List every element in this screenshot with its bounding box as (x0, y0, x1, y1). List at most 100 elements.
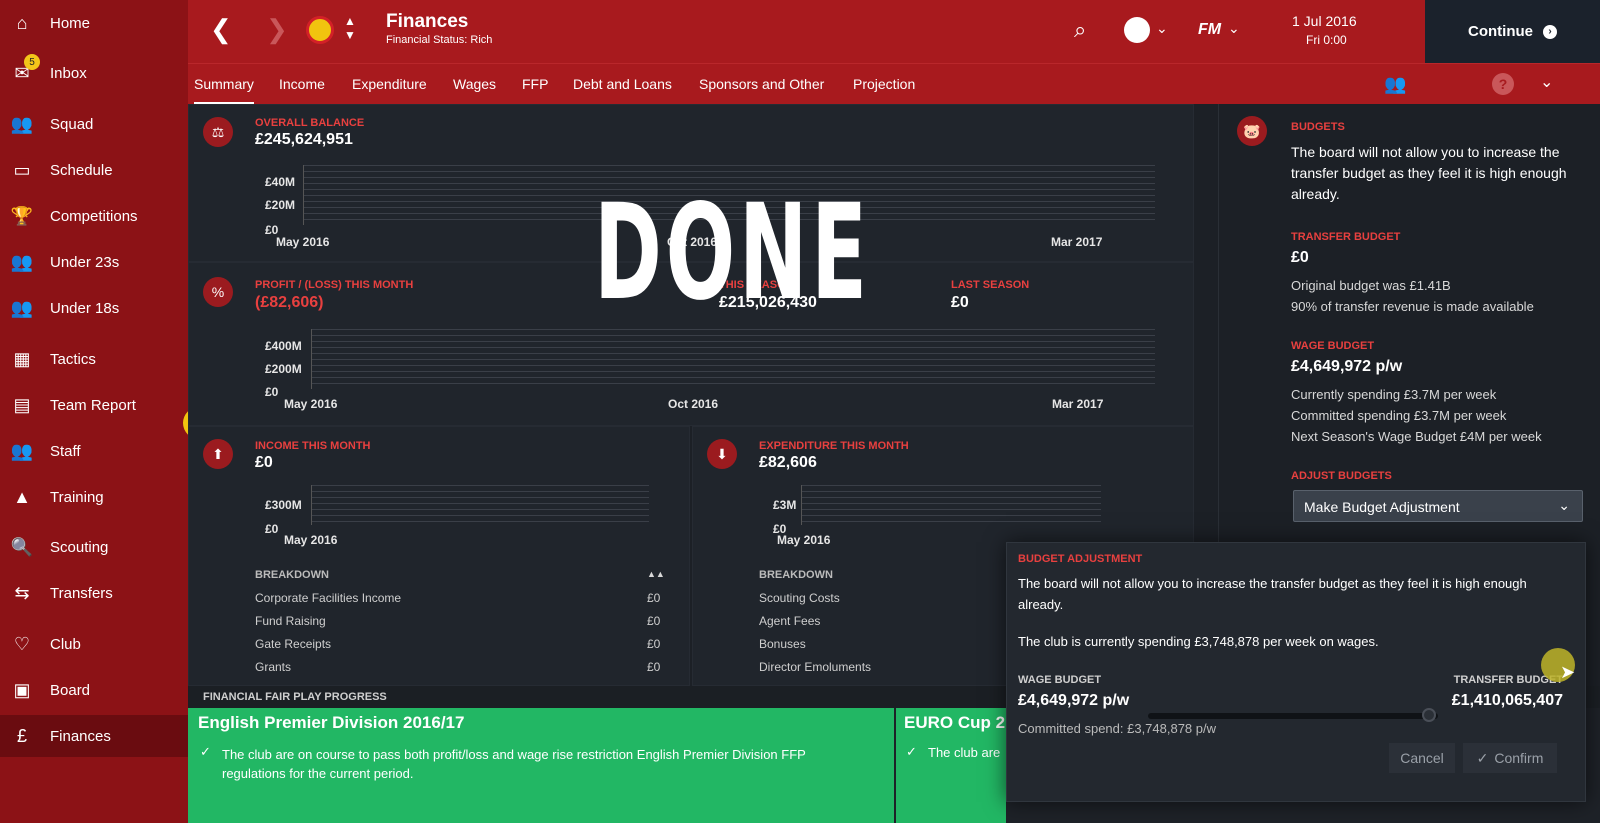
ffp-card[interactable]: English Premier Division 2016/17 ✓ The c… (188, 708, 894, 823)
tab-debt-and-loans[interactable]: Debt and Loans (573, 64, 672, 105)
wage-budget-value: £4,649,972 p/w (1291, 358, 1403, 375)
sidebar-item-team-report[interactable]: ▤ Team Report (0, 384, 188, 426)
continue-label: Continue (1468, 23, 1533, 40)
tab-projection[interactable]: Projection (853, 64, 915, 105)
breakdown-row[interactable]: Scouting Costs (759, 591, 840, 605)
question-icon[interactable]: ? (1492, 73, 1514, 95)
sidebar-item-transfers[interactable]: ⇆ Transfers (0, 572, 188, 614)
inbox-badge: 5 (24, 54, 40, 70)
profit-chart (311, 329, 1155, 389)
sidebar-item-under-18s[interactable]: 👥 Under 18s (0, 287, 188, 329)
breakdown-header: BREAKDOWN (255, 569, 329, 581)
board-icon: ▣ (13, 679, 31, 700)
sidebar-item-staff[interactable]: 👥 Staff (0, 430, 188, 472)
transfers-icon: ⇆ (14, 582, 30, 603)
ffp-card[interactable]: EURO Cup 2 ✓ The club are (896, 708, 1006, 823)
tab-income[interactable]: Income (279, 64, 325, 105)
budget-slider[interactable] (1148, 713, 1438, 719)
income-panel: ⬆ INCOME THIS MONTH £0 £300M £0 May 2016… (188, 426, 690, 686)
sidebar-item-label: Transfers (50, 584, 113, 602)
chevron-down-icon: ⌄ (1558, 497, 1570, 513)
breakdown-row[interactable]: Agent Fees (759, 614, 820, 628)
sidebar-item-finances[interactable]: £ Finances (0, 715, 188, 757)
sidebar-item-tactics[interactable]: ▦ Tactics (0, 338, 188, 380)
date-label: 1 Jul 2016 (1292, 13, 1357, 29)
sidebar-item-label: Schedule (50, 161, 113, 179)
sidebar-item-home[interactable]: ⌂ Home (0, 2, 188, 44)
confirm-button[interactable]: ✓ Confirm (1463, 743, 1557, 773)
income-chart (311, 485, 649, 525)
budgets-label: BUDGETS (1291, 121, 1345, 133)
ffp-card-text: The club are on course to pass both prof… (222, 747, 806, 781)
breakdown-row[interactable]: Bonuses (759, 637, 806, 651)
sidebar-item-schedule[interactable]: ▭ Schedule (0, 149, 188, 191)
ffp-label: FINANCIAL FAIR PLAY PROGRESS (203, 691, 387, 703)
wage-budget-label: WAGE BUDGET (1291, 340, 1375, 352)
balance-icon: ⚖ (203, 117, 233, 147)
ffp-card-title: English Premier Division 2016/17 (198, 713, 465, 732)
check-icon: ✓ (200, 744, 211, 759)
sidebar-item-inbox[interactable]: ✉ 5 Inbox (0, 52, 188, 94)
sidebar-item-competitions[interactable]: 🏆 Competitions (0, 195, 188, 237)
breakdown-header: BREAKDOWN (759, 569, 833, 581)
tab-expenditure[interactable]: Expenditure (352, 64, 427, 105)
x-tick: May 2016 (284, 533, 338, 547)
cancel-button[interactable]: Cancel (1389, 743, 1455, 773)
search-icon[interactable]: ⌕ (1074, 17, 1086, 43)
people-icon[interactable]: 👥 (1384, 74, 1406, 95)
confirm-label: Confirm (1494, 750, 1544, 766)
sidebar-item-under-23s[interactable]: 👥 Under 23s (0, 241, 188, 283)
y-tick: £3M (773, 498, 797, 512)
sidebar-item-label: Board (50, 681, 91, 699)
tab-summary[interactable]: Summary (194, 64, 254, 105)
income-label: INCOME THIS MONTH (255, 440, 371, 452)
budget-adjustment-select[interactable]: Make Budget Adjustment ⌄ (1293, 490, 1583, 522)
breakdown-value: £0 (647, 637, 661, 651)
expenditure-label: EXPENDITURE THIS MONTH (759, 440, 909, 452)
chevron-down-icon[interactable]: ⌄ (1540, 72, 1553, 92)
tab-wages[interactable]: Wages (453, 64, 496, 105)
wage-budget-value: £4,649,972 p/w (1018, 692, 1130, 709)
breakdown-row[interactable]: Director Emoluments (759, 660, 871, 674)
sidebar-item-training[interactable]: ▲ Training (0, 476, 188, 518)
y-tick: £300M (265, 498, 302, 512)
arrow-up-icon: ⬆ (203, 439, 233, 469)
club-crest-icon[interactable] (306, 16, 334, 44)
breakdown-row[interactable]: Fund Raising (255, 614, 326, 628)
fm-menu[interactable]: FM (1198, 21, 1221, 39)
sort-icon[interactable]: ▲▲ (647, 569, 665, 579)
club-switch-icon[interactable]: ▲ ▼ (344, 14, 356, 42)
forward-icon[interactable]: ❯ (266, 14, 288, 45)
sidebar-item-squad[interactable]: 👥 Squad (0, 103, 188, 145)
report-icon: ▤ (13, 394, 31, 415)
tab-ffp[interactable]: FFP (522, 64, 548, 105)
budget-adjustment-popup: BUDGET ADJUSTMENT The board will not all… (1006, 542, 1586, 802)
overall-balance-value: £245,624,951 (255, 131, 353, 148)
chevron-down-icon[interactable]: ⌄ (1156, 20, 1168, 37)
piggy-bank-icon: 🐷 (1237, 116, 1267, 146)
club-icon: ♡ (13, 633, 31, 654)
sidebar-item-label: Training (50, 488, 104, 506)
chevron-down-icon[interactable]: ⌄ (1228, 20, 1240, 37)
tab-sponsors-and-other[interactable]: Sponsors and Other (699, 64, 824, 105)
breakdown-row[interactable]: Gate Receipts (255, 637, 331, 651)
breakdown-value: £0 (647, 614, 661, 628)
overall-balance-label: OVERALL BALANCE (255, 117, 365, 129)
sidebar-item-label: Finances (50, 727, 111, 745)
expenditure-chart (801, 485, 1101, 525)
wage-note: Next Season's Wage Budget £4M per week (1291, 429, 1542, 444)
training-icon: ▲ (13, 486, 31, 507)
sidebar-item-scouting[interactable]: 🔍 Scouting (0, 526, 188, 568)
breakdown-row[interactable]: Corporate Facilities Income (255, 591, 401, 605)
back-icon[interactable]: ❮ (210, 14, 232, 45)
globe-icon[interactable] (1124, 17, 1150, 43)
breakdown-row[interactable]: Grants (255, 660, 291, 674)
done-overlay-text: DONE (594, 176, 871, 330)
sidebar-item-board[interactable]: ▣ Board (0, 669, 188, 711)
home-icon: ⌂ (16, 12, 28, 33)
continue-button[interactable]: Continue › (1425, 0, 1600, 63)
sidebar-item-label: Team Report (50, 396, 136, 414)
x-tick: May 2016 (284, 397, 338, 411)
page-subtitle: Financial Status: Rich (386, 34, 493, 46)
sidebar-item-club[interactable]: ♡ Club (0, 623, 188, 665)
